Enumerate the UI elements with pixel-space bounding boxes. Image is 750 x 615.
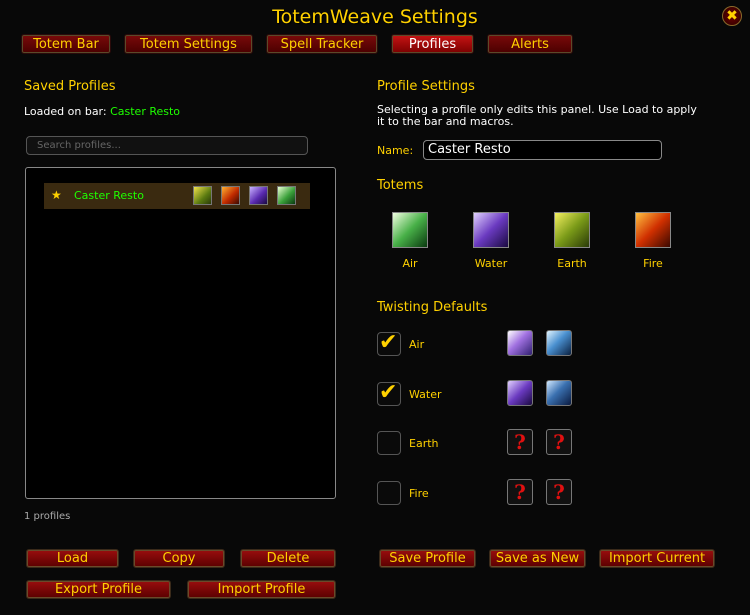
loaded-profile-name: Caster Resto bbox=[110, 105, 181, 118]
unknown-icon[interactable]: ? bbox=[546, 429, 572, 455]
loaded-on-bar: Loaded on bar: Caster Resto bbox=[24, 105, 180, 118]
unknown-icon[interactable]: ? bbox=[507, 479, 533, 505]
water-totem-icon[interactable] bbox=[473, 212, 509, 248]
twist-air-checkbox[interactable]: ✔ bbox=[377, 330, 401, 356]
import-profile-button[interactable]: Import Profile bbox=[187, 580, 336, 599]
totem-label-earth: Earth bbox=[557, 257, 587, 270]
mana-spring-icon[interactable] bbox=[507, 380, 533, 406]
twisting-header: Twisting Defaults bbox=[377, 300, 488, 315]
air-totem-icon[interactable] bbox=[392, 212, 428, 248]
air-totem-icon bbox=[277, 186, 296, 205]
save-as-new-button[interactable]: Save as New bbox=[489, 549, 586, 568]
close-icon[interactable]: ✖ bbox=[722, 6, 742, 26]
windfury-icon[interactable] bbox=[507, 330, 533, 356]
profile-list[interactable]: ★ Caster Resto bbox=[25, 167, 336, 499]
copy-button[interactable]: Copy bbox=[133, 549, 225, 568]
totem-label-fire: Fire bbox=[643, 257, 663, 270]
twist-water-label: Water bbox=[409, 388, 442, 401]
list-item[interactable]: ★ Caster Resto bbox=[44, 183, 310, 209]
twist-fire-checkbox[interactable] bbox=[377, 481, 401, 505]
unknown-icon[interactable]: ? bbox=[546, 479, 572, 505]
profile-name: Caster Resto bbox=[74, 189, 144, 202]
totem-label-air: Air bbox=[402, 257, 418, 270]
twist-fire-label: Fire bbox=[409, 487, 429, 500]
twist-water-checkbox[interactable]: ✔ bbox=[377, 380, 401, 406]
unknown-icon[interactable]: ? bbox=[507, 429, 533, 455]
poison-cleansing-icon[interactable] bbox=[546, 380, 572, 406]
totem-label-water: Water bbox=[474, 257, 508, 270]
tab-spell-tracker[interactable]: Spell Tracker bbox=[266, 34, 378, 54]
twist-earth-label: Earth bbox=[409, 437, 439, 450]
delete-button[interactable]: Delete bbox=[240, 549, 336, 568]
profile-count: 1 profiles bbox=[24, 511, 71, 522]
window-title: TotemWeave Settings bbox=[272, 6, 478, 28]
settings-window: TotemWeave Settings ✖ Totem Bar Totem Se… bbox=[0, 0, 750, 615]
profile-name-field[interactable]: Caster Resto bbox=[423, 140, 662, 160]
help-text: Selecting a profile only edits this pane… bbox=[377, 103, 697, 128]
tab-totem-settings[interactable]: Totem Settings bbox=[124, 34, 253, 54]
earth-totem-icon bbox=[193, 186, 212, 205]
water-totem-icon bbox=[249, 186, 268, 205]
earth-totem-icon[interactable] bbox=[554, 212, 590, 248]
totems-header: Totems bbox=[377, 178, 424, 193]
grace-of-air-icon[interactable] bbox=[546, 330, 572, 356]
check-icon: ✔ bbox=[379, 380, 398, 405]
tab-alerts[interactable]: Alerts bbox=[487, 34, 573, 54]
export-profile-button[interactable]: Export Profile bbox=[26, 580, 171, 599]
search-input[interactable]: Search profiles... bbox=[26, 136, 308, 155]
name-label: Name: bbox=[377, 144, 414, 157]
save-profile-button[interactable]: Save Profile bbox=[379, 549, 476, 568]
loaded-prefix: Loaded on bar: bbox=[24, 105, 107, 118]
twist-air-label: Air bbox=[409, 338, 425, 351]
fire-totem-icon[interactable] bbox=[635, 212, 671, 248]
import-current-button[interactable]: Import Current bbox=[599, 549, 715, 568]
tab-profiles[interactable]: Profiles bbox=[391, 34, 474, 54]
load-button[interactable]: Load bbox=[26, 549, 119, 568]
profile-settings-header: Profile Settings bbox=[377, 79, 475, 94]
star-icon: ★ bbox=[51, 188, 62, 202]
tab-totem-bar[interactable]: Totem Bar bbox=[21, 34, 111, 54]
fire-totem-icon bbox=[221, 186, 240, 205]
check-icon: ✔ bbox=[379, 330, 398, 355]
twist-earth-checkbox[interactable] bbox=[377, 431, 401, 455]
saved-profiles-header: Saved Profiles bbox=[24, 79, 116, 94]
